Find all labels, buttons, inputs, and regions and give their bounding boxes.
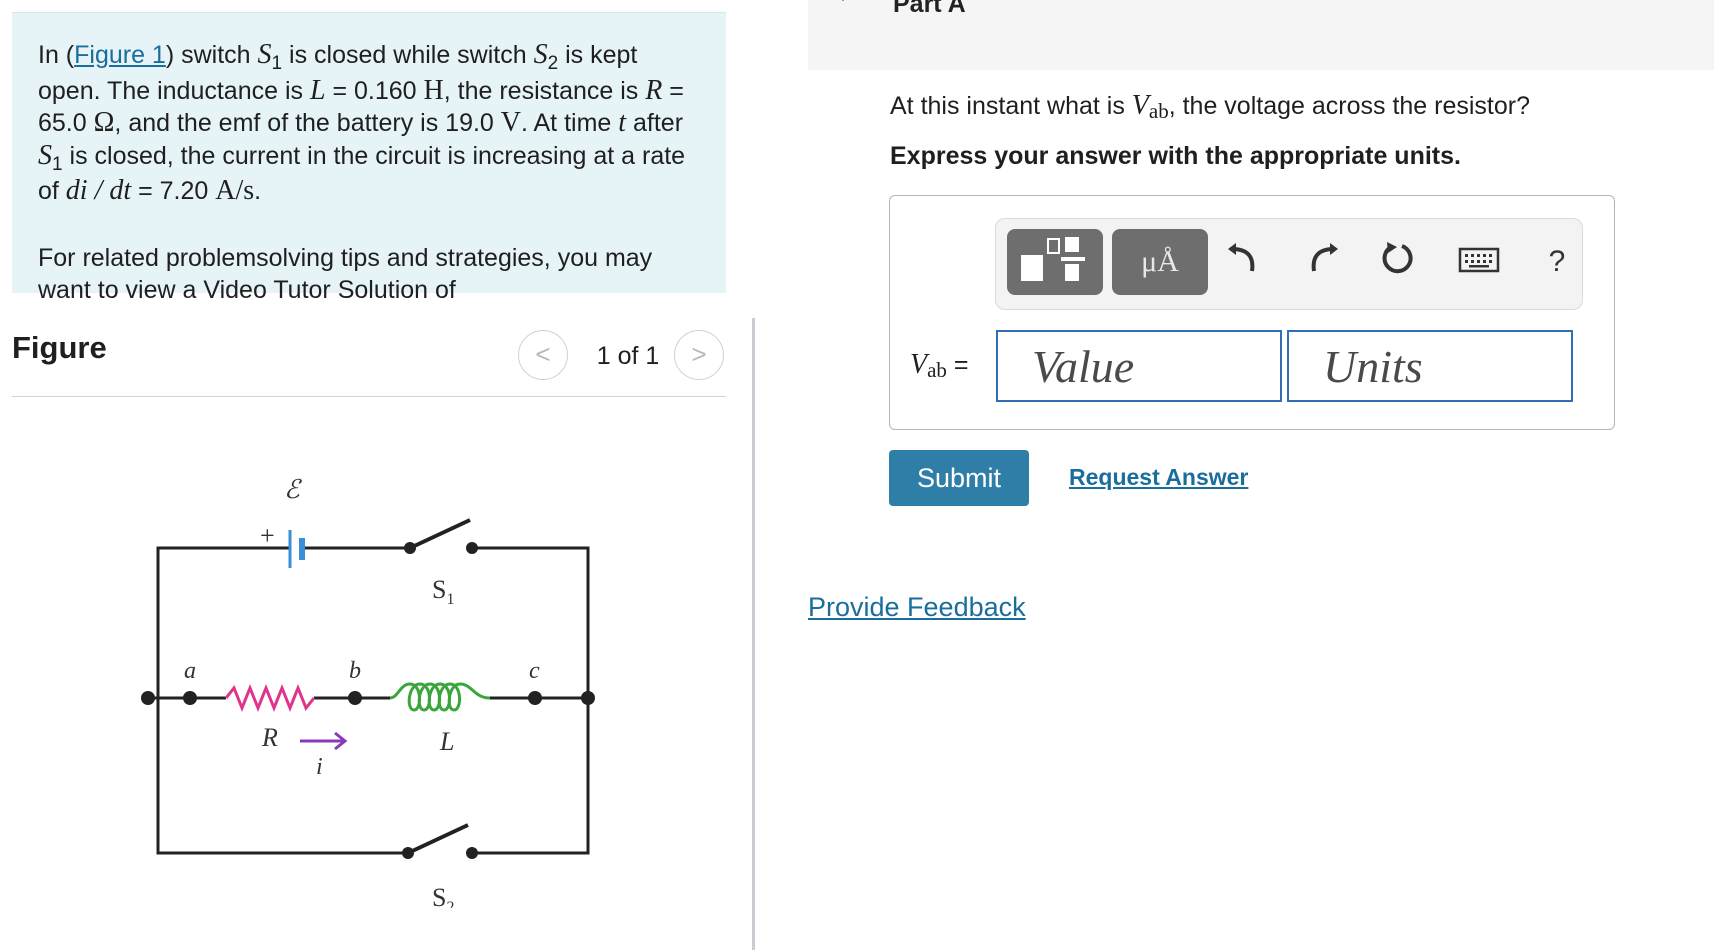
node-b-label: b — [349, 658, 361, 684]
resistor-zigzag — [224, 683, 316, 713]
left-column: In (Figure 1) switch S1 is closed while … — [0, 0, 740, 950]
node-a-label: a — [184, 658, 196, 684]
problem-statement: In (Figure 1) switch S1 is closed while … — [12, 12, 726, 304]
question-text: At this instant what is Vab, the voltage… — [890, 90, 1531, 123]
current-label: i — [316, 754, 323, 780]
figure-title: Figure — [12, 330, 107, 365]
circuit-diagram: ℰ + S1 S2 a b c R i L — [141, 475, 595, 908]
answer-panel: μÅ ? Vab = — [889, 195, 1615, 430]
divider — [12, 396, 726, 397]
switch-s1-blade — [409, 518, 471, 550]
answer-variable-label: Vab = — [910, 349, 969, 382]
value-input[interactable] — [996, 330, 1282, 402]
math-toolbar: μÅ ? — [995, 218, 1583, 310]
next-figure-button[interactable]: > — [674, 330, 724, 380]
resistor-label: R — [261, 723, 278, 752]
plus-label: + — [260, 521, 275, 550]
reset-icon[interactable] — [1372, 239, 1422, 285]
units-icon: μÅ — [1141, 245, 1179, 278]
switch-s2-contact-left — [402, 847, 414, 859]
switch-s1-contact-right — [466, 542, 478, 554]
keyboard-icon[interactable] — [1454, 239, 1504, 285]
templates-button[interactable] — [1007, 229, 1103, 295]
node-c-label: c — [529, 658, 540, 684]
s2-label: S2 — [432, 883, 454, 908]
switch-s2-blade — [407, 823, 469, 855]
answer-instruction: Express your answer with the appropriate… — [890, 142, 1461, 170]
collapse-caret-icon[interactable] — [832, 0, 854, 1]
inductor-coil — [389, 682, 491, 712]
emf-label: ℰ — [284, 475, 302, 504]
templates-icon — [1021, 237, 1085, 281]
undo-icon[interactable] — [1219, 239, 1269, 285]
units-input[interactable] — [1287, 330, 1573, 402]
part-title: Part A — [893, 0, 966, 18]
node-right-end — [581, 691, 595, 705]
submit-button[interactable]: Submit — [889, 450, 1029, 506]
node-b — [348, 691, 362, 705]
prev-figure-button[interactable]: < — [518, 330, 568, 380]
pager-count: 1 of 1 — [596, 342, 660, 370]
node-a — [183, 691, 197, 705]
figure-link[interactable]: Figure 1 — [74, 41, 166, 69]
switch-s1-contact-left — [404, 542, 416, 554]
tips-paragraph: For related problemsolving tips and stra… — [38, 243, 653, 305]
request-answer-link[interactable]: Request Answer — [1069, 464, 1248, 491]
units-button[interactable]: μÅ — [1112, 229, 1208, 295]
help-icon[interactable]: ? — [1532, 239, 1582, 285]
node-c — [528, 691, 542, 705]
column-divider[interactable] — [752, 318, 755, 950]
s1-label: S1 — [432, 575, 454, 608]
switch-s2-contact-right — [466, 847, 478, 859]
redo-icon[interactable] — [1297, 239, 1347, 285]
provide-feedback-link[interactable]: Provide Feedback — [808, 592, 1026, 623]
inductor-label: L — [439, 727, 454, 756]
problem-paragraph: In (Figure 1) switch S1 is closed while … — [38, 39, 686, 206]
